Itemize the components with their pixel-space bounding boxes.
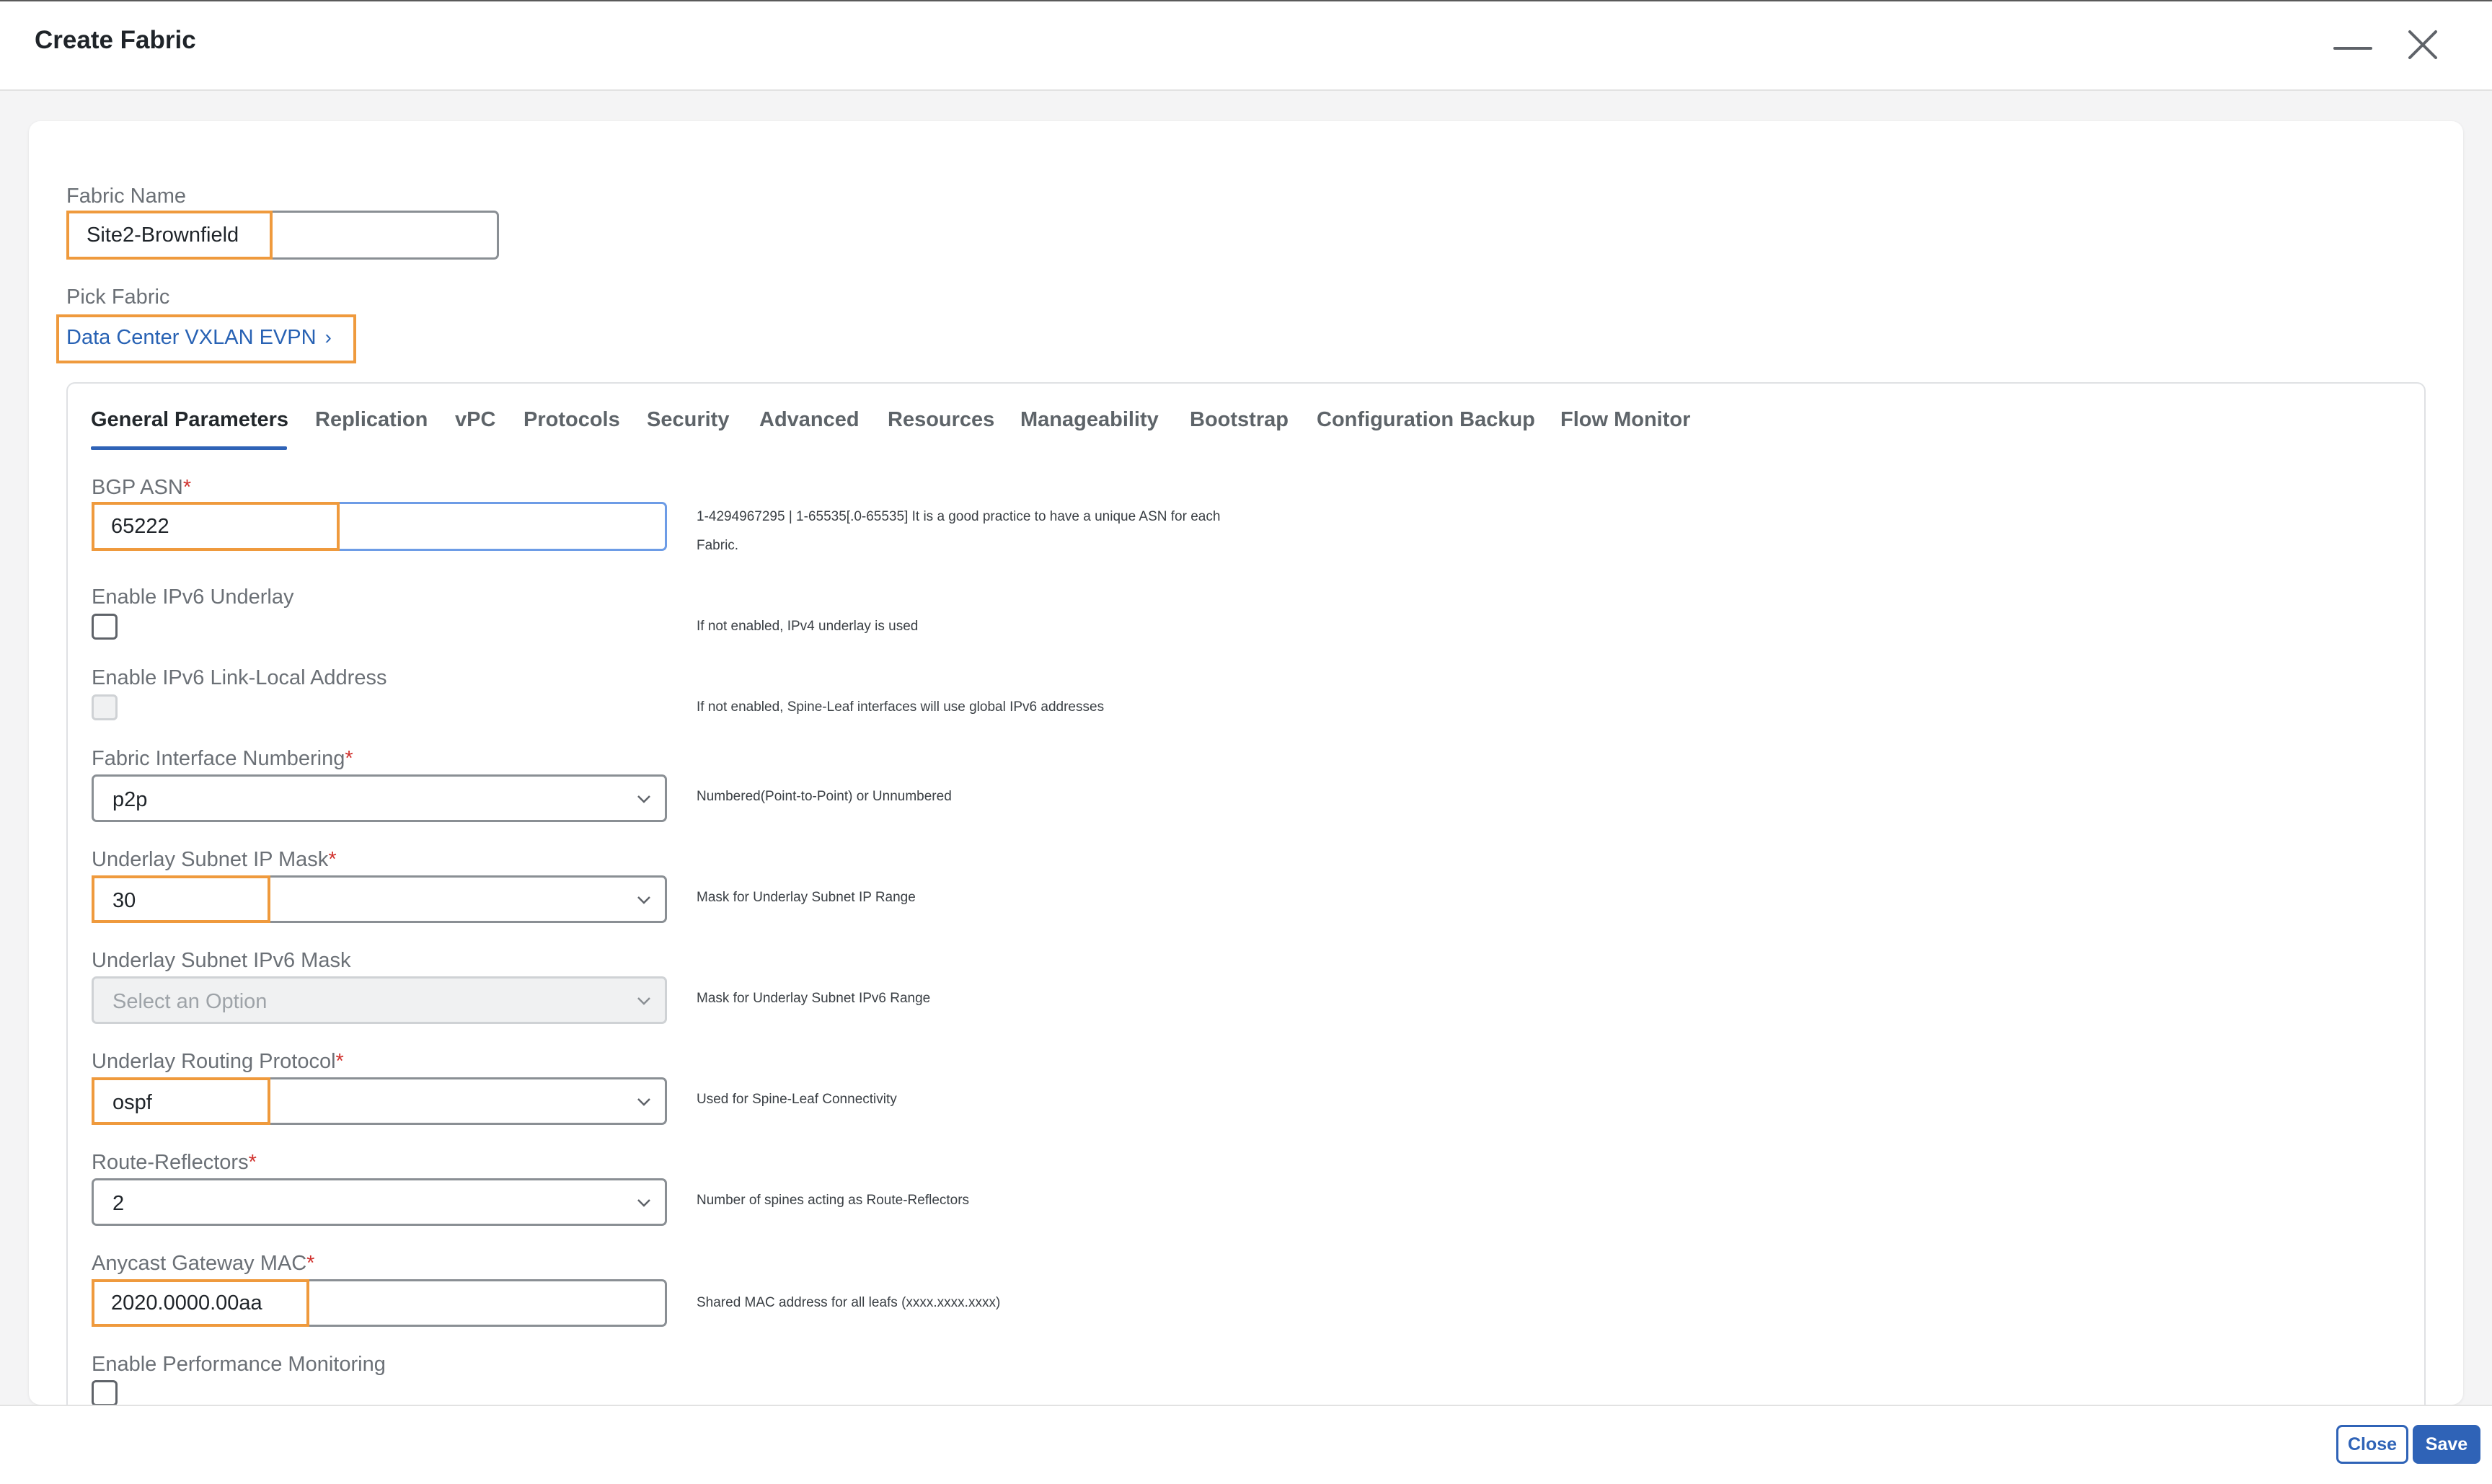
tab-flow-monitor[interactable]: Flow Monitor (1560, 408, 1690, 432)
chevron-right-icon: › (324, 326, 332, 348)
close-button[interactable]: Close (2336, 1425, 2408, 1464)
tab-configuration-backup[interactable]: Configuration Backup (1317, 408, 1535, 432)
route-reflectors-label: Route-Reflectors* (92, 1151, 257, 1174)
routing-protocol-highlight (92, 1077, 270, 1125)
tab-vpc[interactable]: vPC (455, 408, 495, 432)
interface-numbering-help: Numbered(Point-to-Point) or Unnumbered (697, 789, 952, 804)
bgp-asn-help-line1: 1-4294967295 | 1-65535[.0-65535] It is a… (697, 509, 1221, 524)
chevron-down-icon (637, 795, 650, 803)
subnet-ip-mask-help: Mask for Underlay Subnet IP Range (697, 890, 916, 905)
routing-protocol-label: Underlay Routing Protocol* (92, 1050, 344, 1073)
pick-fabric-link-text: Data Center VXLAN EVPN (66, 326, 317, 349)
tab-general-parameters[interactable]: General Parameters (91, 408, 288, 432)
ipv6-underlay-help: If not enabled, IPv4 underlay is used (697, 619, 919, 634)
ipv6-link-local-help: If not enabled, Spine-Leaf interfaces wi… (697, 699, 1105, 715)
tab-manageability[interactable]: Manageability (1020, 408, 1159, 432)
chevron-down-icon (637, 1199, 650, 1207)
subnet-ipv6-mask-help: Mask for Underlay Subnet IPv6 Range (697, 991, 931, 1006)
subnet-ip-mask-highlight (92, 875, 270, 923)
dialog-title: Create Fabric (35, 26, 196, 54)
ipv6-link-local-checkbox (92, 694, 118, 720)
tab-bootstrap[interactable]: Bootstrap (1190, 408, 1289, 432)
subnet-ip-mask-label: Underlay Subnet IP Mask* (92, 848, 337, 871)
ipv6-underlay-label: Enable IPv6 Underlay (92, 586, 294, 609)
tab-replication[interactable]: Replication (315, 408, 428, 432)
save-button[interactable]: Save (2413, 1425, 2480, 1464)
active-tab-indicator (91, 446, 287, 450)
route-reflectors-help: Number of spines acting as Route-Reflect… (697, 1193, 970, 1208)
interface-numbering-label: Fabric Interface Numbering* (92, 747, 353, 770)
ipv6-link-local-label: Enable IPv6 Link-Local Address (92, 666, 387, 689)
bgp-asn-help-line2: Fabric. (697, 538, 739, 553)
tab-resources[interactable]: Resources (888, 408, 994, 432)
bgp-asn-label: BGP ASN* (92, 476, 192, 499)
fabric-name-value: Site2-Brownfield (87, 224, 239, 247)
subnet-ipv6-mask-placeholder: Select an Option (112, 990, 268, 1013)
pick-fabric-label: Pick Fabric (66, 286, 170, 309)
route-reflectors-select[interactable]: 2 (92, 1178, 667, 1226)
dialog-footer (0, 1405, 2492, 1484)
routing-protocol-help: Used for Spine-Leaf Connectivity (697, 1092, 897, 1107)
dialog-header: Create Fabric (0, 0, 2492, 91)
minimize-icon[interactable] (2333, 33, 2372, 62)
interface-numbering-select[interactable]: p2p (92, 774, 667, 822)
ipv6-underlay-checkbox[interactable] (92, 614, 118, 640)
subnet-ipv6-mask-select: Select an Option (92, 976, 667, 1024)
anycast-mac-value: 2020.0000.00aa (111, 1291, 262, 1315)
anycast-mac-help: Shared MAC address for all leafs (xxxx.x… (697, 1295, 1001, 1310)
bgp-asn-value: 65222 (111, 515, 169, 538)
tab-protocols[interactable]: Protocols (523, 408, 620, 432)
perf-monitoring-label: Enable Performance Monitoring (92, 1353, 386, 1376)
close-icon[interactable] (2404, 26, 2442, 63)
tab-advanced[interactable]: Advanced (759, 408, 860, 432)
tab-security[interactable]: Security (647, 408, 729, 432)
fabric-name-label: Fabric Name (66, 185, 186, 208)
pick-fabric-link[interactable]: Data Center VXLAN EVPN › (66, 326, 332, 350)
chevron-down-icon (637, 1098, 650, 1106)
interface-numbering-value: p2p (112, 788, 148, 811)
anycast-mac-label: Anycast Gateway MAC* (92, 1252, 315, 1275)
perf-monitoring-checkbox[interactable] (92, 1380, 118, 1406)
route-reflectors-value: 2 (112, 1192, 125, 1215)
chevron-down-icon (637, 896, 650, 904)
subnet-ipv6-mask-label: Underlay Subnet IPv6 Mask (92, 949, 351, 972)
chevron-down-icon (637, 997, 650, 1005)
